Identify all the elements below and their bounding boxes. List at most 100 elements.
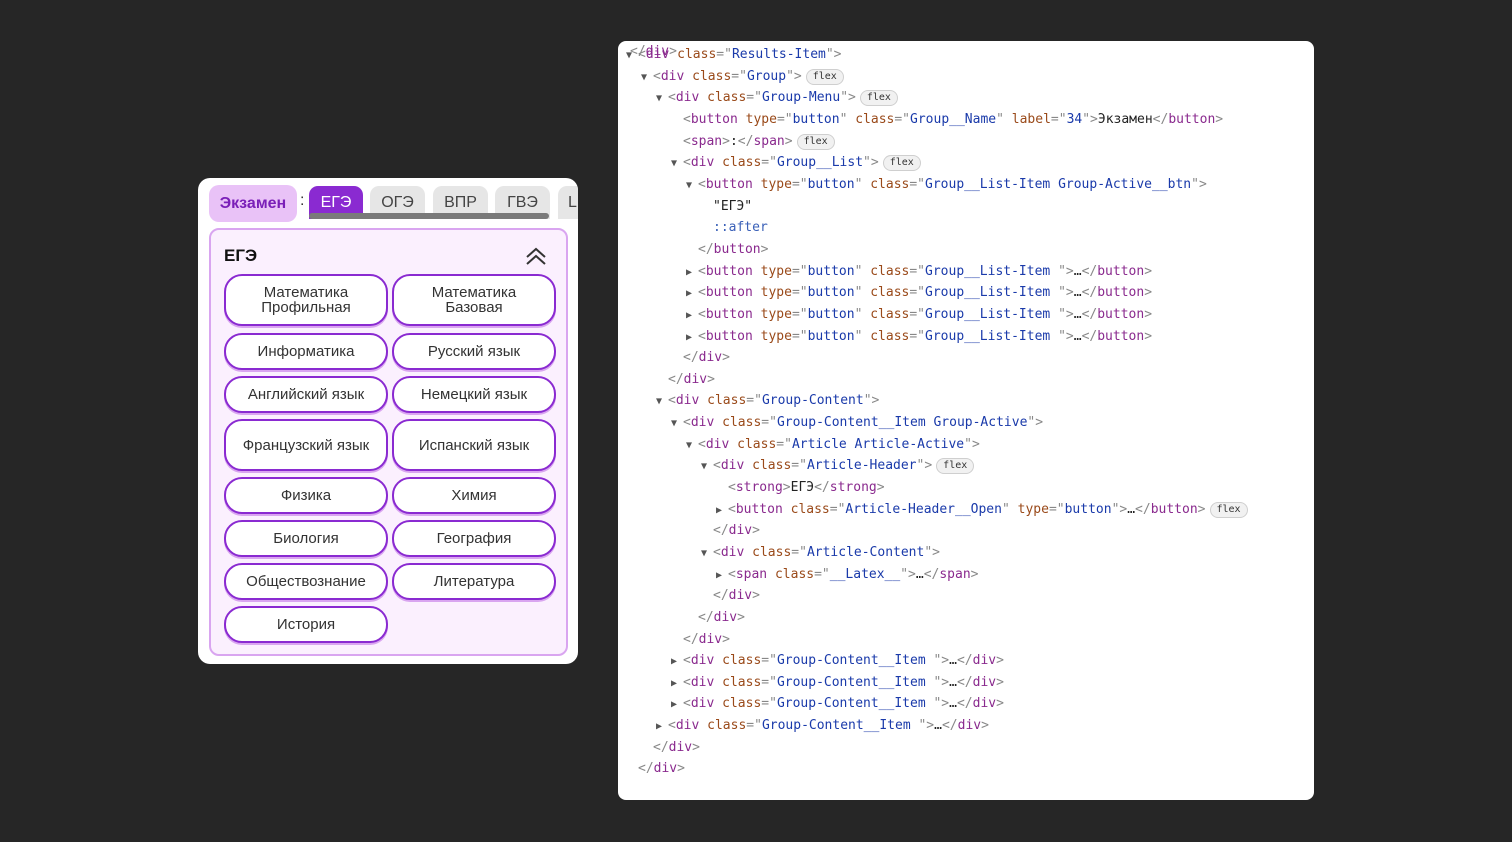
expanded-triangle-icon[interactable]: ▼ xyxy=(656,391,668,412)
subject-physics[interactable]: Физика xyxy=(224,477,388,514)
collapsed-triangle-icon[interactable]: ▶ xyxy=(716,565,728,586)
code-token: > xyxy=(782,480,791,495)
code-token: div xyxy=(668,740,693,755)
collapsed-triangle-icon[interactable]: ▶ xyxy=(686,283,698,304)
dom-tree-node[interactable]: <button type="button" class="Group__Name… xyxy=(671,109,1223,130)
collapsed-triangle-icon[interactable]: ▶ xyxy=(686,327,698,348)
dom-tree-node[interactable]: </div> xyxy=(626,758,685,779)
dom-tree-node[interactable]: </div> xyxy=(618,41,677,62)
dom-tree-node[interactable]: ▶ <button type="button" class="Group__Lis… xyxy=(686,326,1152,347)
dom-tree-node[interactable]: </div> xyxy=(686,607,745,628)
dom-tree-node[interactable]: ::after xyxy=(701,217,768,238)
tab-overflow[interactable]: L xyxy=(558,186,578,219)
dom-tree-node[interactable]: ▼ <div class="Article-Header"> flex xyxy=(701,455,975,477)
dom-tree-node[interactable]: ▼ <div class="Article Article-Active"> xyxy=(686,434,980,455)
collapsed-triangle-icon[interactable]: ▶ xyxy=(671,673,683,694)
dom-tree-node[interactable]: ▶ <div class="Group-Content__Item ">…</di… xyxy=(671,693,1004,714)
dom-tree-node[interactable]: ▼ <div class="Group-Menu"> flex xyxy=(656,87,898,108)
code-token: 34 xyxy=(1066,112,1083,127)
dom-tree-node[interactable]: "ЕГЭ" xyxy=(701,196,752,217)
code-token: > xyxy=(784,134,793,149)
code-token: </ xyxy=(698,610,714,625)
subject-chemistry[interactable]: Химия xyxy=(392,477,556,514)
expanded-triangle-icon[interactable]: ▼ xyxy=(641,67,653,88)
dom-tree-node[interactable]: </div> xyxy=(656,369,715,390)
flex-badge[interactable]: flex xyxy=(936,458,975,474)
dom-tree-node[interactable]: ▶ <button type="button" class="Group__Lis… xyxy=(686,261,1152,282)
subject-math-base[interactable]: Математика Базовая xyxy=(392,274,556,326)
collapsed-triangle-icon[interactable]: ▶ xyxy=(686,305,698,326)
subject-french[interactable]: Французский язык xyxy=(224,419,388,471)
dom-tree-node[interactable]: </button> xyxy=(686,239,768,260)
code-token: "> xyxy=(1111,502,1128,517)
code-token: =" xyxy=(814,567,830,582)
dom-tree-node[interactable]: </div> xyxy=(671,347,730,368)
dom-tree-node[interactable]: ▶ <div class="Group-Content__Item ">…</di… xyxy=(671,650,1004,671)
collapse-button[interactable] xyxy=(523,244,549,268)
dom-tree-node[interactable]: ▼ <div class="Group-Content__Item Group-A… xyxy=(671,412,1043,433)
expanded-triangle-icon[interactable]: ▼ xyxy=(686,175,698,196)
dom-tree-node[interactable]: ▶ <button type="button" class="Group__Lis… xyxy=(686,304,1152,325)
dom-tree-node[interactable]: ▶ <button type="button" class="Group__Lis… xyxy=(686,282,1152,303)
code-token: class xyxy=(752,545,792,560)
subject-history[interactable]: История xyxy=(224,606,388,643)
subject-russian[interactable]: Русский язык xyxy=(392,333,556,370)
dom-tree-node[interactable]: ▼ <div class="Article-Content"> xyxy=(701,542,940,563)
dom-tree-node[interactable]: ▼ <div class="Group-Content"> xyxy=(656,390,879,411)
subject-english[interactable]: Английский язык xyxy=(224,376,388,413)
code-token: ЕГЭ xyxy=(790,480,815,495)
dom-tree-node[interactable]: ▶ <button class="Article-Header__Open" ty… xyxy=(716,499,1248,520)
collapsed-triangle-icon[interactable]: ▶ xyxy=(686,262,698,283)
collapsed-triangle-icon[interactable]: ▶ xyxy=(656,716,668,737)
code-token: </ xyxy=(713,588,729,603)
code-token: </ xyxy=(630,44,646,59)
flex-badge[interactable]: flex xyxy=(882,155,921,171)
flex-badge[interactable]: flex xyxy=(1209,502,1248,518)
code-token: class xyxy=(722,415,762,430)
expanded-triangle-icon[interactable]: ▼ xyxy=(671,413,683,434)
dom-tree-node[interactable]: ▶ <div class="Group-Content__Item ">…</di… xyxy=(656,715,989,736)
subject-math-profile[interactable]: Математика Профильная xyxy=(224,274,388,326)
code-token: label xyxy=(1011,112,1051,127)
collapsed-triangle-icon[interactable]: ▶ xyxy=(671,651,683,672)
code-token: < xyxy=(683,415,691,430)
code-token: div xyxy=(720,458,745,473)
dom-tree-node[interactable]: ▶ <div class="Group-Content__Item ">…</di… xyxy=(671,672,1004,693)
dom-tree-node[interactable]: </div> xyxy=(641,737,700,758)
flex-badge[interactable]: flex xyxy=(859,90,898,106)
dom-tree-node[interactable]: ▼ <div class="Group__List"> flex xyxy=(671,152,921,173)
flex-badge[interactable]: flex xyxy=(796,134,835,150)
dom-tree-node[interactable]: ▼ <button type="button" class="Group__Lis… xyxy=(686,174,1207,195)
subject-informatics[interactable]: Информатика xyxy=(224,333,388,370)
subject-social-studies[interactable]: Обществознание xyxy=(224,563,388,600)
code-token: </ xyxy=(1135,502,1151,517)
flex-badge[interactable]: flex xyxy=(805,69,844,85)
dom-tree-node[interactable]: </div> xyxy=(701,520,760,541)
subject-spanish[interactable]: Испанский язык xyxy=(392,419,556,471)
subject-literature[interactable]: Литература xyxy=(392,563,556,600)
tabs-scrollbar[interactable] xyxy=(309,213,549,219)
dom-tree-node[interactable]: <strong>ЕГЭ</strong> xyxy=(716,477,885,498)
code-token: " xyxy=(1001,502,1010,517)
dom-tree-node[interactable]: ▼ <div class="Group"> flex xyxy=(641,66,844,87)
collapsed-triangle-icon[interactable]: ▶ xyxy=(671,694,683,715)
expanded-triangle-icon[interactable]: ▼ xyxy=(701,543,713,564)
dom-tree-node[interactable]: <span>:</span> flex xyxy=(671,131,835,152)
dom-tree-node[interactable]: </div> xyxy=(671,629,730,650)
expanded-triangle-icon[interactable]: ▼ xyxy=(686,435,698,456)
expanded-triangle-icon[interactable]: ▼ xyxy=(701,456,713,477)
dom-tree-node[interactable]: </div> xyxy=(701,585,760,606)
code-token: button xyxy=(1097,285,1145,300)
subject-german[interactable]: Немецкий язык xyxy=(392,376,556,413)
expanded-triangle-icon[interactable]: ▼ xyxy=(656,88,668,109)
expanded-triangle-icon[interactable]: ▼ xyxy=(671,153,683,174)
subject-biology[interactable]: Биология xyxy=(224,520,388,557)
code-token: "> xyxy=(863,155,879,170)
subject-geography[interactable]: География xyxy=(392,520,556,557)
group-name-button[interactable]: Экзамен xyxy=(209,185,297,222)
code-token: div xyxy=(690,696,715,711)
collapsed-triangle-icon[interactable]: ▶ xyxy=(716,500,728,521)
dom-tree-node[interactable]: ▶ <span class="__Latex__">…</span> xyxy=(716,564,979,585)
